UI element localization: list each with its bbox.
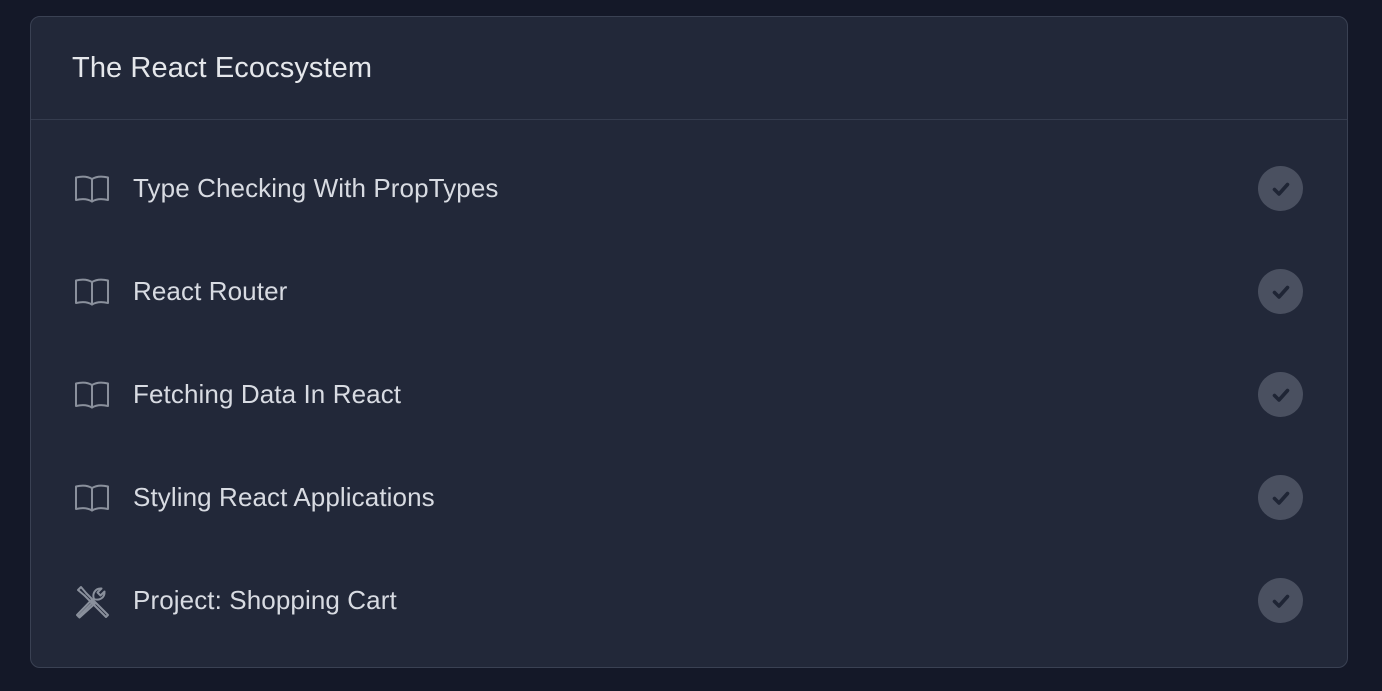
lesson-title: Styling React Applications xyxy=(133,482,435,512)
lesson-title: Project: Shopping Cart xyxy=(133,585,397,615)
book-icon xyxy=(73,376,111,414)
section-title: The React Ecocsystem xyxy=(72,51,373,84)
book-icon xyxy=(73,273,111,311)
lesson-item[interactable]: Type Checking With PropTypes xyxy=(31,137,1347,240)
check-icon xyxy=(1258,578,1303,623)
book-icon xyxy=(73,170,111,208)
lesson-title: React Router xyxy=(133,276,288,306)
book-icon xyxy=(73,479,111,517)
lesson-item[interactable]: Fetching Data In React xyxy=(31,343,1347,446)
check-icon xyxy=(1258,372,1303,417)
check-icon xyxy=(1258,475,1303,520)
tools-icon xyxy=(73,582,111,620)
section-header: The React Ecocsystem xyxy=(31,17,1347,120)
lesson-item[interactable]: Project: Shopping Cart xyxy=(31,549,1347,652)
check-icon xyxy=(1258,166,1303,211)
lesson-item[interactable]: React Router xyxy=(31,240,1347,343)
check-icon xyxy=(1258,269,1303,314)
lesson-item[interactable]: Styling React Applications xyxy=(31,446,1347,549)
lesson-list: Type Checking With PropTypes React Route… xyxy=(31,120,1347,652)
lesson-title: Type Checking With PropTypes xyxy=(133,173,499,203)
course-section-card: The React Ecocsystem Type Checking With … xyxy=(30,16,1348,668)
lesson-title: Fetching Data In React xyxy=(133,379,402,409)
